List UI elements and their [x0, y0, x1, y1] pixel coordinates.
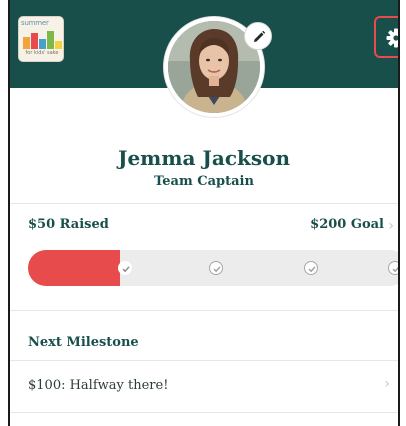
chevron-right-icon: ›: [384, 376, 390, 392]
milestone-item-label: $100: Halfway there!: [28, 378, 169, 393]
edit-profile-button[interactable]: [244, 22, 272, 50]
progress-fill: [28, 250, 120, 286]
checkmark-icon: [118, 261, 132, 275]
divider: [10, 310, 398, 311]
divider: [10, 203, 398, 204]
summer-logo-icon[interactable]: summer for kids' sake: [18, 16, 64, 62]
raised-amount: $50 Raised: [28, 217, 109, 232]
divider: [10, 360, 398, 361]
settings-button[interactable]: [374, 16, 398, 58]
logo-tagline: for kids' sake: [25, 50, 59, 56]
gear-icon: [386, 28, 398, 48]
profile-name: Jemma Jackson: [117, 146, 291, 170]
next-milestone-heading: Next Milestone: [28, 335, 139, 350]
chevron-right-icon[interactable]: ›: [388, 218, 394, 234]
divider: [10, 412, 398, 413]
checkmark-icon: [304, 261, 318, 275]
app-frame: summer for kids' sake Jemma Jackson Team…: [8, 0, 400, 426]
logo-wordmark: summer: [21, 19, 49, 27]
pencil-icon: [254, 30, 266, 42]
logo-graphic: [23, 31, 62, 49]
profile-role: Team Captain: [154, 174, 254, 189]
checkmark-icon: [388, 261, 398, 275]
checkmark-icon: [209, 261, 223, 275]
goal-amount[interactable]: $200 Goal: [310, 217, 384, 232]
milestone-item[interactable]: $100: Halfway there! ›: [10, 362, 398, 412]
